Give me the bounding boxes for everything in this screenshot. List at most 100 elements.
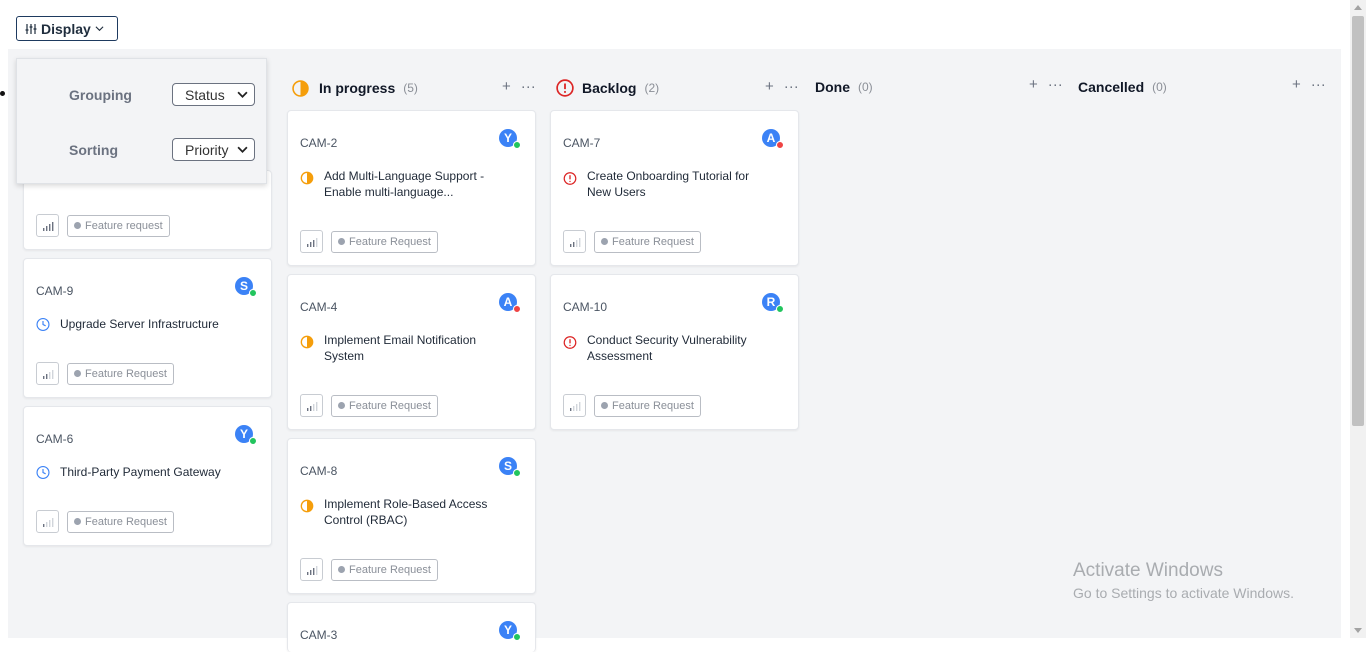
priority-bars-icon (306, 402, 317, 411)
presence-dot (513, 469, 521, 477)
column-header-cancelled: Cancelled (0) (1078, 75, 1167, 99)
avatar[interactable]: S (235, 277, 257, 297)
more-options-button[interactable]: ··· (1311, 76, 1326, 93)
scroll-up-arrow[interactable] (1354, 5, 1362, 10)
more-options-button[interactable]: ··· (521, 78, 536, 95)
card-footer: Feature Request (563, 230, 701, 253)
display-button[interactable]: Display (16, 16, 118, 41)
issue-id: CAM-6 (36, 432, 74, 446)
column-count: (0) (1152, 80, 1167, 94)
label-tag[interactable]: Feature Request (67, 510, 174, 533)
sorting-select[interactable]: Priority (172, 138, 255, 161)
avatar[interactable]: Y (499, 621, 521, 641)
priority-bar (306, 244, 308, 247)
label-tag[interactable]: Feature Request (67, 362, 174, 385)
issue-card[interactable]: CAM-9 S Upgrade Server Infrastructure Fe… (23, 258, 272, 398)
avatar-initial: S (503, 459, 512, 473)
label-tag-text: Feature Request (85, 515, 167, 528)
grouping-select-value: Status (185, 86, 225, 103)
column-actions: + ··· (1029, 76, 1063, 93)
more-options-button[interactable]: ··· (784, 78, 799, 95)
avatar-initial: A (503, 295, 513, 309)
alert-circle-icon (556, 79, 574, 97)
issue-card[interactable]: CAM-10 R Conduct Security Vulnerability … (550, 274, 799, 430)
add-card-button[interactable]: + (1292, 76, 1301, 93)
priority-bar (306, 408, 308, 411)
priority-bar (315, 238, 317, 247)
issue-card[interactable]: CAM-8 S Implement Role-Based Access Cont… (287, 438, 536, 594)
priority-button[interactable] (36, 362, 59, 385)
card-footer: Feature Request (36, 362, 174, 385)
priority-bar (42, 524, 44, 527)
column-header-backlog: Backlog (2) (556, 76, 659, 100)
add-card-button[interactable]: + (502, 78, 511, 95)
avatar[interactable]: Y (499, 129, 521, 149)
avatar[interactable]: A (762, 129, 784, 149)
priority-bars-icon (569, 402, 580, 411)
label-tag[interactable]: Feature Request (331, 230, 438, 253)
clock-icon (36, 465, 50, 480)
priority-button[interactable] (300, 230, 323, 253)
issue-card[interactable]: CAM-2 Y Add Multi-Language Support - Ena… (287, 110, 536, 266)
priority-bars-icon (569, 238, 580, 247)
issue-card[interactable]: CAM-3 Y (287, 602, 536, 652)
card-title-row: Implement Role-Based Access Control (RBA… (300, 496, 495, 528)
priority-bars-icon (42, 518, 53, 527)
clock-icon (36, 317, 50, 332)
priority-bar (45, 522, 47, 527)
avatar[interactable]: A (499, 293, 521, 313)
scrollbar-thumb[interactable] (1352, 16, 1364, 426)
priority-bar (51, 222, 53, 231)
avatar[interactable]: Y (235, 425, 257, 445)
presence-dot (513, 633, 521, 641)
priority-button[interactable] (300, 558, 323, 581)
label-tag[interactable]: Feature request (67, 214, 170, 237)
presence-dot (513, 305, 521, 313)
column-actions: + ··· (765, 78, 799, 95)
vertical-scrollbar[interactable] (1350, 0, 1366, 638)
watermark-title: Activate Windows (1073, 560, 1223, 581)
chevron-down-icon (95, 26, 104, 32)
avatar-initial: S (239, 279, 248, 293)
add-card-button[interactable]: + (765, 78, 774, 95)
chevron-down-icon (237, 146, 248, 153)
label-tag[interactable]: Feature Request (331, 394, 438, 417)
scroll-down-arrow[interactable] (1354, 628, 1362, 633)
priority-bar (45, 226, 47, 231)
priority-button[interactable] (563, 230, 586, 253)
issue-title: Third-Party Payment Gateway (60, 465, 221, 479)
priority-bar (45, 374, 47, 379)
issue-id: CAM-7 (563, 136, 601, 150)
card-footer: Feature request (36, 214, 170, 237)
priority-button[interactable] (300, 394, 323, 417)
column-count: (2) (644, 81, 660, 95)
priority-bar (309, 242, 311, 247)
priority-button[interactable] (36, 214, 59, 237)
presence-dot (249, 437, 257, 445)
grouping-select[interactable]: Status (172, 83, 255, 106)
priority-bar (569, 244, 571, 247)
avatar-initial: A (766, 131, 776, 145)
label-tag[interactable]: Feature Request (594, 394, 701, 417)
issue-card[interactable]: CAM-7 A Create Onboarding Tutorial for N… (550, 110, 799, 266)
more-options-button[interactable]: ··· (1048, 76, 1063, 93)
priority-bar (312, 240, 314, 247)
priority-bar (315, 566, 317, 575)
label-tag[interactable]: Feature Request (331, 558, 438, 581)
add-card-button[interactable]: + (1029, 76, 1038, 93)
priority-button[interactable] (36, 510, 59, 533)
presence-dot (776, 305, 784, 313)
issue-card[interactable]: CAM-6 Y Third-Party Payment Gateway Feat… (23, 406, 272, 546)
presence-dot (513, 141, 521, 149)
priority-button[interactable] (563, 394, 586, 417)
label-tag-text: Feature request (85, 219, 163, 232)
issue-title: Conduct Security Vulnerability Assessmen… (587, 333, 747, 363)
avatar[interactable]: S (499, 457, 521, 477)
issue-id: CAM-4 (300, 300, 338, 314)
issue-card[interactable]: CAM-4 A Implement Email Notification Sys… (287, 274, 536, 430)
avatar[interactable]: R (762, 293, 784, 313)
priority-bar (51, 370, 53, 379)
priority-bar (309, 406, 311, 411)
label-tag[interactable]: Feature Request (594, 230, 701, 253)
watermark-subtitle: Go to Settings to activate Windows. (1073, 585, 1294, 601)
